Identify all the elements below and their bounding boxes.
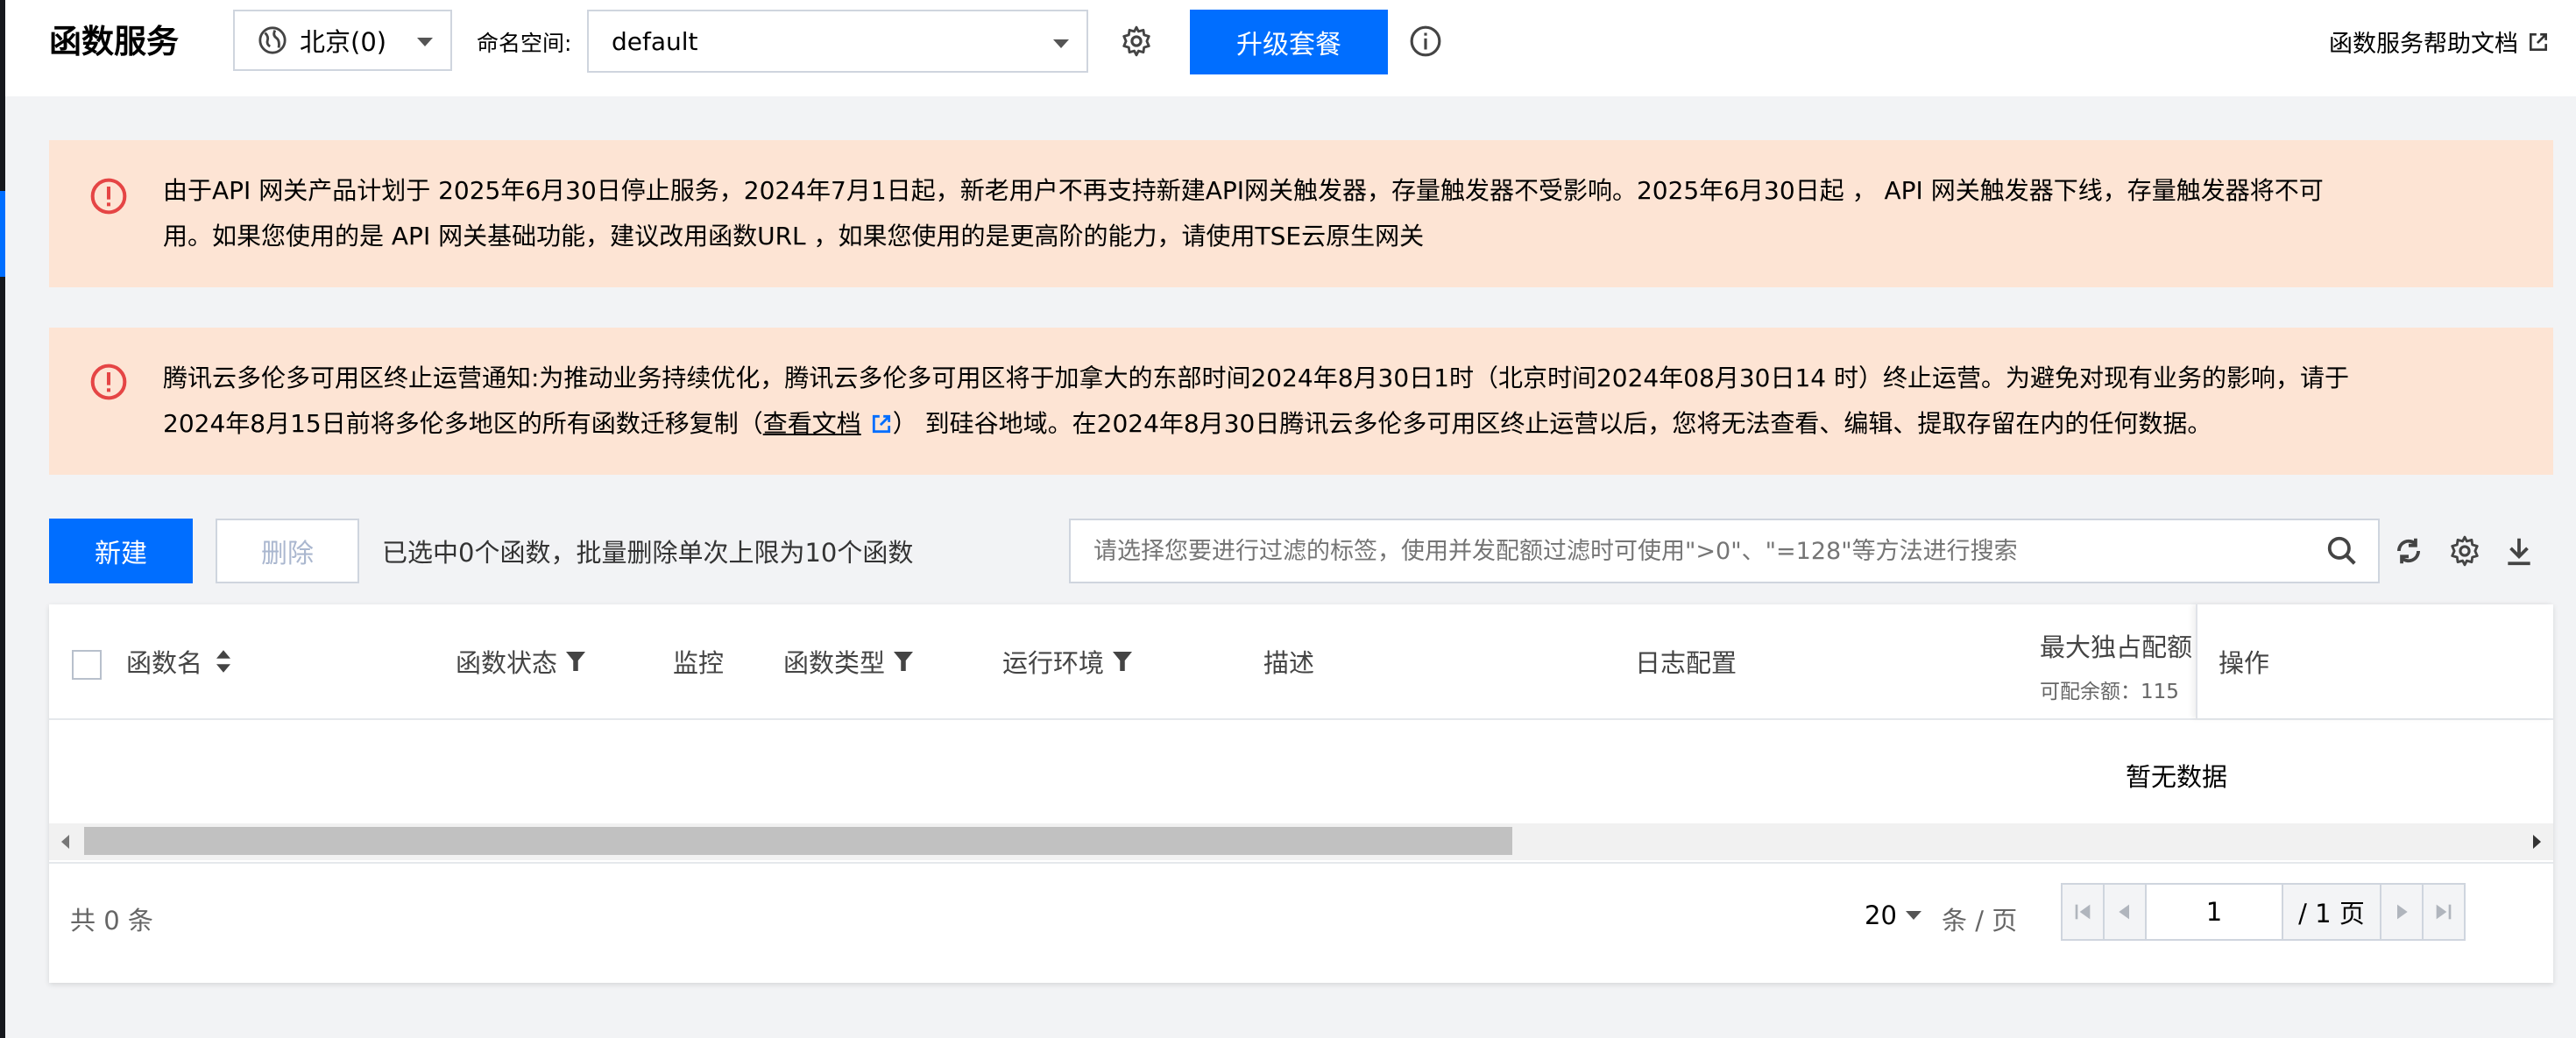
column-label: 函数类型 [783, 648, 886, 678]
column-log-config: 日志配置 [1635, 604, 1737, 718]
globe-icon [258, 26, 287, 54]
column-label: 函数状态 [456, 648, 558, 678]
per-page-label: 条 / 页 [1942, 906, 2018, 936]
column-label: 运行环境 [1002, 648, 1105, 678]
toronto-zone-notice: 腾讯云多伦多可用区终止运营通知:为推动业务持续优化，腾讯云多伦多可用区将于加拿大… [49, 328, 2553, 475]
scroll-left-icon[interactable] [61, 835, 69, 849]
info-icon[interactable] [1409, 25, 1442, 58]
last-page-icon [2436, 904, 2452, 920]
empty-state: 暂无数据 [49, 720, 2553, 823]
notice-segment: 2024年8月15日前将多伦多地区的所有函数迁移复制（ [163, 409, 763, 438]
scroll-right-icon[interactable] [2533, 835, 2541, 849]
gear-icon[interactable] [1120, 25, 1153, 58]
namespace-select[interactable]: default [587, 10, 1088, 73]
scrollbar-thumb[interactable] [84, 827, 1512, 855]
column-label: 最大独占配额 [2040, 632, 2193, 662]
namespace-value: default [612, 26, 698, 56]
page-title: 函数服务 [49, 23, 179, 60]
column-label: 监控 [673, 648, 725, 678]
external-link-icon [2530, 32, 2547, 51]
region-value: 北京(0) [300, 27, 387, 57]
api-gateway-notice: 由于API 网关产品计划于 2025年6月30日停止服务，2024年7月1日起，… [49, 140, 2553, 287]
horizontal-scrollbar[interactable] [49, 823, 2553, 860]
help-doc-label: 函数服务帮助文档 [2329, 31, 2518, 58]
top-header: 函数服务 北京(0) 命名空间: default 升级套餐 函数服务帮助文档 [5, 0, 2576, 96]
column-function-type[interactable]: 函数类型 [783, 604, 914, 718]
warning-icon [90, 364, 127, 400]
first-page-icon [2075, 904, 2091, 920]
last-page-button[interactable] [2422, 885, 2464, 939]
view-doc-link[interactable]: 查看文档 [763, 409, 861, 438]
selection-hint: 已选中0个函数，批量删除单次上限为10个函数 [382, 538, 914, 568]
filter-icon[interactable] [1113, 652, 1133, 671]
left-nav-active-indicator [0, 191, 5, 277]
tag-filter-search-input[interactable] [1069, 519, 2380, 583]
download-icon[interactable] [2502, 534, 2536, 568]
chevron-down-icon [417, 38, 433, 46]
total-pages: / 1 页 [2283, 885, 2380, 939]
notice-segment: ） 到硅谷地域。在2024年8月30日腾讯云多伦多可用区终止运营以后，您将无法查… [892, 409, 2212, 438]
help-doc-link[interactable]: 函数服务帮助文档 [2329, 25, 2550, 59]
select-all-checkbox[interactable] [72, 650, 102, 680]
notice-line: 腾讯云多伦多可用区终止运营通知:为推动业务持续优化，腾讯云多伦多可用区将于加拿大… [163, 364, 2350, 392]
gear-icon[interactable] [2448, 534, 2481, 568]
function-table: 函数名 函数状态 监控 函数类型 运行环境 描述 日志配置 最大独占配额 可配余… [49, 604, 2553, 983]
new-function-button[interactable]: 新建 [49, 519, 193, 583]
column-label: 函数名 [126, 648, 203, 678]
chevron-down-icon [1905, 911, 1921, 920]
prev-page-icon [2119, 904, 2129, 920]
column-label: 日志配置 [1635, 648, 1737, 678]
filter-icon[interactable] [894, 652, 914, 671]
search-icon[interactable] [2325, 534, 2359, 568]
notice-text: 由于API 网关产品计划于 2025年6月30日停止服务，2024年7月1日起，… [163, 168, 2474, 259]
column-max-exclusive-quota: 最大独占配额 可配余额：115 [2040, 627, 2192, 704]
column-description: 描述 [1263, 604, 1314, 718]
namespace-label: 命名空间: [477, 31, 572, 56]
first-page-button[interactable] [2063, 885, 2103, 939]
warning-icon [90, 178, 127, 215]
column-runtime[interactable]: 运行环境 [1002, 604, 1133, 718]
external-link-icon [872, 414, 890, 434]
empty-text: 暂无数据 [2126, 762, 2228, 792]
page-size-select[interactable]: 20 [1865, 900, 1921, 930]
quota-remaining: 可配余额：115 [2040, 681, 2179, 703]
prev-page-button[interactable] [2103, 885, 2145, 939]
page-size-value: 20 [1865, 900, 1897, 930]
delete-function-button[interactable]: 删除 [216, 519, 359, 583]
column-monitor: 监控 [673, 604, 724, 718]
next-page-icon [2397, 904, 2408, 920]
refresh-icon[interactable] [2392, 534, 2425, 568]
region-select[interactable]: 北京(0) [233, 10, 452, 71]
upgrade-plan-button[interactable]: 升级套餐 [1190, 10, 1388, 74]
notice-text: 腾讯云多伦多可用区终止运营通知:为推动业务持续优化，腾讯云多伦多可用区将于加拿大… [163, 356, 2474, 447]
column-label: 操作 [2219, 648, 2270, 678]
pager: 1 / 1 页 [2061, 883, 2466, 941]
left-nav-strip [0, 0, 5, 1038]
notice-line: 用。如果您使用的是 API 网关基础功能，建议改用函数URL ，如果您使用的是更… [163, 222, 1425, 251]
table-footer: 共 0 条 20 条 / 页 1 / 1 页 [49, 862, 2553, 983]
chevron-down-icon [1053, 39, 1069, 48]
column-label: 描述 [1263, 648, 1315, 678]
column-function-name[interactable]: 函数名 [126, 604, 231, 718]
table-header: 函数名 函数状态 监控 函数类型 运行环境 描述 日志配置 最大独占配额 可配余… [49, 604, 2553, 720]
total-count: 共 0 条 [70, 906, 153, 936]
sort-icon[interactable] [216, 650, 231, 673]
notice-line: 2024年8月15日前将多伦多地区的所有函数迁移复制（查看文档 ） 到硅谷地域。在… [163, 401, 2474, 447]
notice-line: 由于API 网关产品计划于 2025年6月30日停止服务，2024年7月1日起，… [163, 176, 2324, 205]
filter-icon[interactable] [566, 652, 586, 671]
column-function-status[interactable]: 函数状态 [456, 604, 586, 718]
page-number-input[interactable]: 1 [2145, 885, 2283, 939]
column-operations: 操作 [2196, 604, 2553, 718]
next-page-button[interactable] [2380, 885, 2422, 939]
